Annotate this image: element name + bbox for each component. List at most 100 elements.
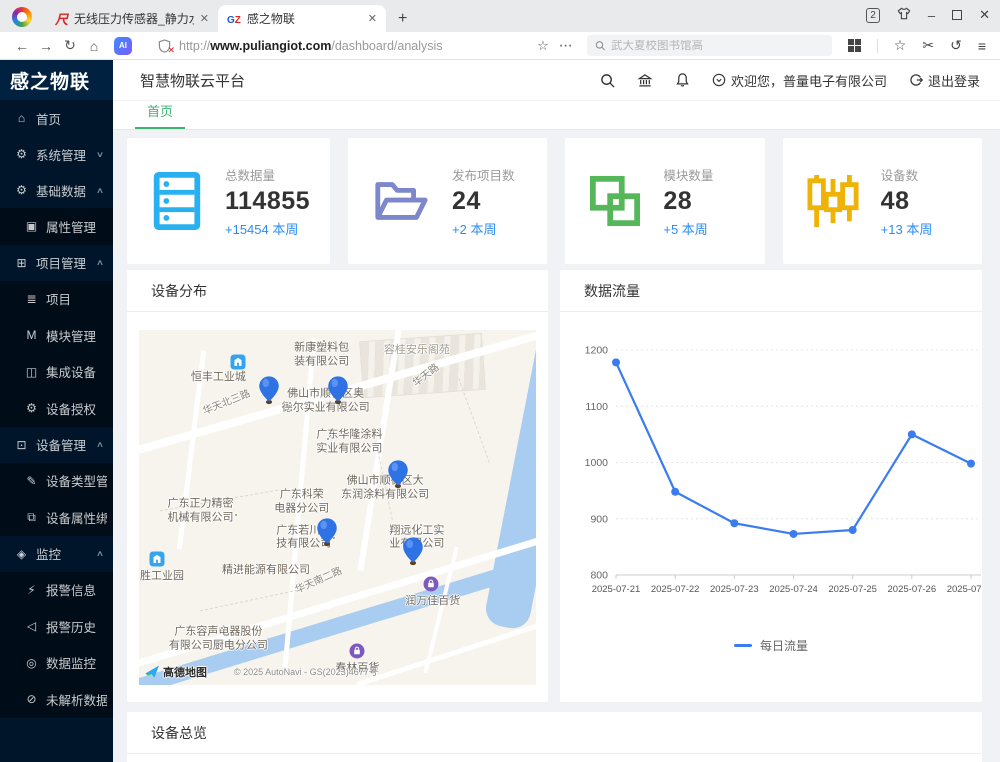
map-poi-label: 广东正力精密 机械有限公司 xyxy=(168,497,234,525)
sidebar-item-module-mgmt[interactable]: M模块管理 xyxy=(0,317,113,354)
browser-search-box[interactable] xyxy=(587,35,832,56)
maximize-button[interactable] xyxy=(952,10,962,20)
map-poi-label: 恒丰工业城 xyxy=(191,371,246,385)
user-welcome[interactable]: 欢迎您，普量电子有限公司 xyxy=(712,71,887,90)
menu-icon[interactable]: ≡ xyxy=(978,38,986,54)
sidebar-item-data-monitor[interactable]: ◎数据监控 xyxy=(0,645,113,682)
folder-icon xyxy=(372,176,430,226)
stat-delta: +5 本周 xyxy=(663,219,713,238)
map-device-marker-3[interactable] xyxy=(387,460,408,489)
chevron-up-icon: ∧ xyxy=(96,549,104,558)
page-header: 智慧物联云平台 欢迎您，普量电子有限公司 退出登录 xyxy=(113,60,1000,100)
svg-text:1200: 1200 xyxy=(585,345,609,357)
minimize-button[interactable]: – xyxy=(928,8,935,23)
bookmark-star-icon[interactable]: ☆ xyxy=(527,38,559,54)
sidebar-item-monitor[interactable]: ◈监控∧ xyxy=(0,536,113,572)
map-poi-label: 胜工业园 xyxy=(140,570,184,584)
forward-button[interactable]: → xyxy=(34,38,58,54)
map-poi-label: 广东容声电器股份 有限公司厨电分公司 xyxy=(169,625,268,653)
sidebar-item-label: 集成设备 xyxy=(46,362,107,381)
device-distribution-title: 设备分布 xyxy=(127,270,548,312)
stat-label: 模块数量 xyxy=(663,165,713,184)
map-brand-logo[interactable]: 高德地图 xyxy=(145,664,207,680)
organization-bank-icon[interactable] xyxy=(637,73,653,88)
legend-label: 每日流量 xyxy=(760,637,808,654)
sidebar-item-system-mgmt[interactable]: ⚙系统管理∨ xyxy=(0,136,113,172)
page-title: 智慧物联云平台 xyxy=(140,70,245,91)
sidebar-item-device-mgmt[interactable]: ⊡设备管理∧ xyxy=(0,427,113,463)
browser-tab-inactive[interactable]: 尺 无线压力传感器_静力水准仪_ ✕ xyxy=(46,5,218,32)
app-logo[interactable]: 感之物联 xyxy=(0,60,113,100)
map-device-marker-5[interactable] xyxy=(402,537,423,566)
map-device-marker-4[interactable] xyxy=(316,518,337,547)
browser-toolbar: ← → ↻ ⌂ AI ✕ http://www.puliangiot.com/d… xyxy=(0,32,1000,60)
stat-texts: 总数据量114855+15454 本周 xyxy=(225,165,310,238)
tab2-title: 感之物联 xyxy=(247,10,362,27)
browser-search-input[interactable] xyxy=(611,40,824,52)
stat-card-3: 模块数量28+5 本周 xyxy=(565,138,764,264)
map-device-marker-2[interactable] xyxy=(327,376,348,405)
header-search-icon[interactable] xyxy=(600,73,615,88)
sidebar-item-integrated-device[interactable]: ◫集成设备 xyxy=(0,354,113,391)
back-button[interactable]: ← xyxy=(10,38,34,54)
submenu-project-mgmt: ≣项目M模块管理◫集成设备⚙设备授权 xyxy=(0,281,113,427)
device-overview-title: 设备总览 xyxy=(127,712,982,754)
map-poi-dot xyxy=(306,488,310,492)
apps-grid-icon[interactable] xyxy=(848,39,861,52)
sidebar-item-device-type-mgmt[interactable]: ✎设备类型管理 xyxy=(0,463,113,500)
url-more-icon[interactable]: ⋯ xyxy=(559,37,587,54)
browser-logo-icon[interactable] xyxy=(12,7,32,27)
screenshot-scissors-icon[interactable]: ✂ xyxy=(922,37,934,54)
tab1-close-icon[interactable]: ✕ xyxy=(200,12,209,25)
daily-flow-line-chart: 8009001000110012002025-07-212025-07-2220… xyxy=(566,320,982,632)
tab-home[interactable]: 首页 xyxy=(135,101,185,129)
undo-icon[interactable]: ↺ xyxy=(950,37,962,54)
logout-button[interactable]: 退出登录 xyxy=(909,71,980,90)
sidebar-item-unparsed-data[interactable]: ⊘未解析数据 xyxy=(0,681,113,718)
ai-assistant-button[interactable]: AI xyxy=(114,37,132,55)
sidebar-item-project-mgmt[interactable]: ⊞项目管理∧ xyxy=(0,245,113,281)
home-button[interactable]: ⌂ xyxy=(82,38,106,54)
chart-legend[interactable]: 每日流量 xyxy=(566,637,976,654)
stat-texts: 模块数量28+5 本周 xyxy=(663,165,713,238)
skin-icon[interactable] xyxy=(897,7,911,23)
user-circle-down-icon xyxy=(712,73,726,87)
site-security-shield-icon[interactable]: ✕ xyxy=(158,39,171,53)
svg-text:900: 900 xyxy=(590,513,608,525)
sidebar-item-alarm-info[interactable]: ⚡报警信息 xyxy=(0,572,113,609)
sidebar-item-home[interactable]: ⌂首页 xyxy=(0,100,113,136)
svg-text:800: 800 xyxy=(590,570,608,582)
sidebar-item-device-attr-bind[interactable]: ⧉设备属性绑定 xyxy=(0,499,113,536)
tab2-close-icon[interactable]: ✕ xyxy=(368,12,377,25)
logout-icon xyxy=(909,73,923,87)
url-scheme: http:// xyxy=(179,39,210,53)
sidebar-item-label: 数据监控 xyxy=(46,653,107,672)
browser-tab-active[interactable]: GZ 感之物联 ✕ xyxy=(218,5,386,32)
sidebar-item-project[interactable]: ≣项目 xyxy=(0,281,113,318)
svg-text:2025-07-23: 2025-07-23 xyxy=(710,584,759,595)
sidebar-item-attr-mgmt[interactable]: ▣属性管理 xyxy=(0,208,113,245)
address-bar[interactable]: ✕ http://www.puliangiot.com/dashboard/an… xyxy=(140,37,587,54)
url-path: /dashboard/analysis xyxy=(331,39,442,53)
new-tab-button[interactable]: + xyxy=(398,10,407,28)
tab2-favicon: GZ xyxy=(227,12,241,26)
favorites-icon[interactable]: ☆ xyxy=(894,37,907,54)
sidebar-item-base-data[interactable]: ⚙基础数据∧ xyxy=(0,172,113,208)
map-road-label: 华天北三路 xyxy=(200,385,252,418)
map-poi-label: 精进能源有限公司 xyxy=(222,565,310,579)
sidebar-menu: ⌂首页⚙系统管理∨⚙基础数据∧▣属性管理⊞项目管理∧≣项目M模块管理◫集成设备⚙… xyxy=(0,100,113,718)
module-icon: M xyxy=(24,328,39,342)
notification-bell-icon[interactable] xyxy=(675,72,690,88)
refresh-button[interactable]: ↻ xyxy=(58,37,82,54)
tab-count-badge[interactable]: 2 xyxy=(866,8,880,23)
sidebar-item-device-auth[interactable]: ⚙设备授权 xyxy=(0,390,113,427)
map-shop-icon xyxy=(350,644,365,659)
sidebar-item-alarm-history[interactable]: ◁报警历史 xyxy=(0,608,113,645)
device-map[interactable]: 高德地图 © 2025 AutoNavi - GS(2023)4677号 新康塑… xyxy=(139,330,536,685)
map-device-marker-1[interactable] xyxy=(258,376,279,405)
sidebar-item-label: 基础数据 xyxy=(36,181,97,200)
device-distribution-panel: 设备分布 xyxy=(127,270,548,702)
map-poi-label: 广东华隆涂料 实业有限公司 xyxy=(316,428,382,456)
close-window-button[interactable]: ✕ xyxy=(979,7,990,23)
browser-titlebar: 尺 无线压力传感器_静力水准仪_ ✕ GZ 感之物联 ✕ + 2 – ✕ xyxy=(0,0,1000,32)
